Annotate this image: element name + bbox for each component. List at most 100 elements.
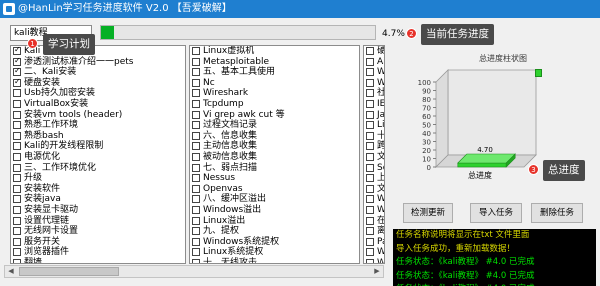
task-item[interactable]: Openvas (190, 184, 359, 195)
task-item[interactable]: 三、工作环境优化 (11, 163, 185, 174)
task-checkbox[interactable] (13, 142, 21, 151)
task-item[interactable]: 社会 (364, 88, 384, 99)
task-item[interactable]: Metasploitable (190, 57, 359, 68)
task-checkbox[interactable] (366, 152, 374, 161)
task-item[interactable]: 二、Kali安装 (11, 66, 185, 78)
task-checkbox[interactable] (13, 89, 21, 98)
task-checkbox[interactable] (13, 184, 21, 193)
task-checkbox[interactable] (192, 216, 200, 225)
task-item[interactable]: Wi (364, 78, 384, 89)
task-checkbox[interactable] (366, 237, 374, 246)
task-item[interactable]: 硬件 (364, 46, 384, 57)
task-item[interactable]: 六、信息收集 (190, 131, 359, 142)
task-item[interactable]: 熟悉工作环境 (11, 120, 185, 131)
task-item[interactable]: 服务开关 (11, 237, 185, 248)
task-checkbox[interactable] (192, 142, 200, 151)
task-item[interactable]: Air (364, 57, 384, 68)
task-checkbox[interactable] (13, 131, 21, 140)
task-checkbox[interactable] (13, 174, 21, 183)
task-item[interactable]: Sql (364, 163, 384, 174)
task-checkbox[interactable] (13, 237, 21, 246)
task-checkbox[interactable] (192, 57, 200, 66)
task-checkbox[interactable] (192, 78, 200, 87)
scroll-right-icon[interactable]: ▶ (371, 266, 383, 277)
task-item[interactable]: 在线 (364, 216, 384, 227)
task-checkbox[interactable] (13, 248, 21, 257)
task-checkbox[interactable] (13, 46, 21, 55)
task-item[interactable]: 安装java (11, 194, 185, 205)
task-item[interactable]: 翻墙 (11, 258, 185, 263)
task-item[interactable]: 九、提权 (190, 226, 359, 237)
task-checkbox[interactable] (366, 121, 374, 130)
task-checkbox[interactable] (13, 205, 21, 214)
task-checkbox[interactable] (13, 163, 21, 172)
task-checkbox[interactable] (366, 89, 374, 98)
task-checkbox[interactable] (366, 99, 374, 108)
task-checkbox[interactable] (192, 174, 200, 183)
task-item[interactable]: 十二 (364, 131, 384, 142)
task-item[interactable]: 被动信息收集 (190, 152, 359, 163)
task-checkbox[interactable] (366, 110, 374, 119)
task-checkbox[interactable] (366, 227, 374, 236)
task-checkbox[interactable] (366, 205, 374, 214)
task-item[interactable]: Win (364, 247, 384, 258)
task-item[interactable]: Pas (364, 237, 384, 248)
task-item[interactable]: Nessus (190, 173, 359, 184)
task-item[interactable]: 安装显卡驱动 (11, 205, 185, 216)
task-item[interactable]: Windows溢出 (190, 205, 359, 216)
task-item[interactable]: Linux系统提权 (190, 247, 359, 258)
task-checkbox[interactable] (13, 227, 21, 236)
task-item[interactable]: 五、基本工具使用 (190, 67, 359, 78)
task-list-column-1[interactable]: Kali Linux 基础渗透测试标准介绍一一pets二、Kali安装硬盘安装U… (10, 45, 186, 264)
task-checkbox[interactable] (192, 163, 200, 172)
task-item[interactable]: 硬盘安装 (11, 77, 185, 89)
task-checkbox[interactable] (13, 110, 21, 119)
task-item[interactable]: IE (364, 99, 384, 110)
task-checkbox[interactable] (192, 184, 200, 193)
task-item[interactable]: 浏览器插件 (11, 247, 185, 258)
task-item[interactable]: Nc (190, 78, 359, 89)
task-checkbox[interactable] (192, 131, 200, 140)
task-checkbox[interactable] (13, 56, 21, 66)
task-item[interactable]: Win (364, 258, 384, 263)
task-item[interactable]: Lin (364, 120, 384, 131)
task-checkbox[interactable] (192, 121, 200, 130)
task-checkbox[interactable] (192, 89, 200, 98)
task-item[interactable]: 八、缓冲区溢出 (190, 194, 359, 205)
task-checkbox[interactable] (366, 174, 374, 183)
task-checkbox[interactable] (13, 121, 21, 130)
task-item[interactable]: 电源优化 (11, 152, 185, 163)
task-checkbox[interactable] (192, 227, 200, 236)
task-item[interactable]: Linux虚拟机 (190, 46, 359, 57)
import-task-button[interactable]: 导入任务 (470, 203, 522, 223)
task-checkbox[interactable] (192, 248, 200, 257)
task-item[interactable]: 安装vm tools (header) (11, 110, 185, 121)
task-item[interactable]: Web (364, 194, 384, 205)
task-item[interactable]: 升级 (11, 173, 185, 184)
delete-task-button[interactable]: 删除任务 (531, 203, 583, 223)
task-checkbox[interactable] (192, 205, 200, 214)
task-checkbox[interactable] (13, 195, 21, 204)
task-checkbox[interactable] (13, 99, 21, 108)
task-checkbox[interactable] (366, 78, 374, 87)
task-checkbox[interactable] (366, 248, 374, 257)
task-item[interactable]: 离线 (364, 226, 384, 237)
horizontal-scrollbar[interactable]: ◀ ▶ (4, 265, 384, 278)
task-checkbox[interactable] (192, 258, 200, 263)
task-item[interactable]: Web (364, 205, 384, 216)
task-item[interactable]: Vi grep awk cut 等 (190, 110, 359, 121)
task-checkbox[interactable] (192, 152, 200, 161)
task-checkbox[interactable] (192, 99, 200, 108)
task-item[interactable]: Wireshark (190, 88, 359, 99)
task-item[interactable]: 十、无线攻击 (190, 258, 359, 263)
task-item[interactable]: Usb持久加密安装 (11, 88, 185, 99)
task-item[interactable]: 文件 (364, 152, 384, 163)
task-item[interactable]: Windows系统提权 (190, 237, 359, 248)
task-checkbox[interactable] (366, 142, 374, 151)
task-checkbox[interactable] (13, 66, 21, 77)
scroll-thumb[interactable] (19, 267, 119, 276)
task-checkbox[interactable] (192, 68, 200, 77)
task-checkbox[interactable] (192, 110, 200, 119)
scroll-left-icon[interactable]: ◀ (5, 266, 17, 277)
task-item[interactable]: Kali的开发线程限制 (11, 141, 185, 152)
